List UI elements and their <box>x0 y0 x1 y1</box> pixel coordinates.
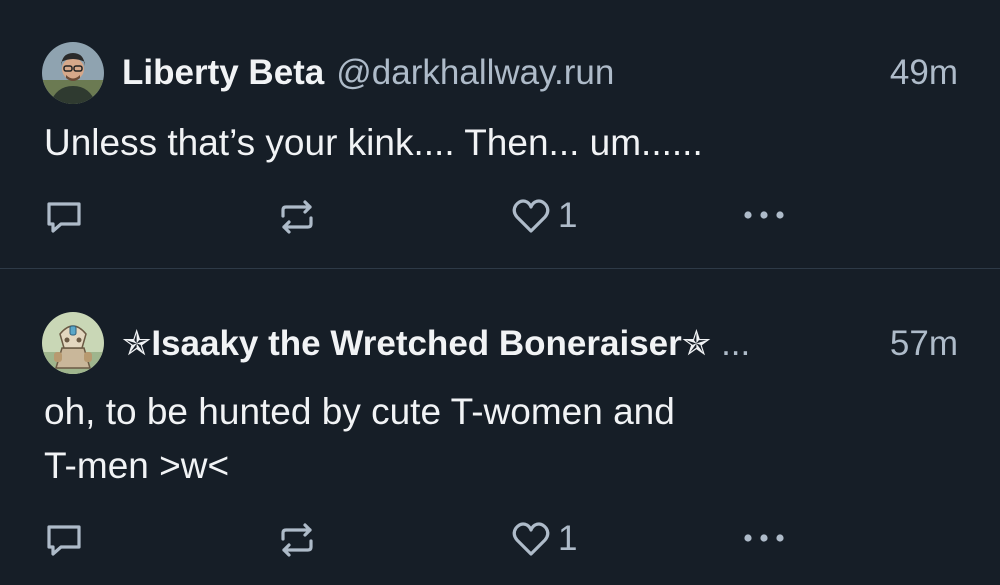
reply-button[interactable] <box>44 522 84 558</box>
repost-icon <box>281 523 313 557</box>
post-timestamp[interactable]: 49m <box>890 53 958 93</box>
repost-icon <box>281 200 313 234</box>
post-header: ✯Isaaky the Wretched Boneraiser✯ ... 57m <box>122 319 958 369</box>
like-button[interactable]: 1 <box>510 519 577 559</box>
avatar[interactable] <box>42 42 104 104</box>
post-header: Liberty Beta @darkhallway.run 49m <box>122 48 958 98</box>
display-name[interactable]: Liberty Beta <box>122 53 324 93</box>
feed: Liberty Beta @darkhallway.run 49m Unless… <box>0 0 1000 585</box>
reply-button[interactable] <box>44 199 84 235</box>
post-card[interactable]: Liberty Beta @darkhallway.run 49m Unless… <box>0 0 1000 268</box>
like-count: 1 <box>558 196 578 235</box>
post-timestamp[interactable]: 57m <box>890 324 958 364</box>
more-icon <box>744 534 784 542</box>
more-options-button[interactable] <box>740 528 788 548</box>
post-text: Unless that’s your kink.... Then... um..… <box>44 122 703 163</box>
repost-button[interactable] <box>277 199 317 235</box>
avatar[interactable] <box>42 312 104 374</box>
post-card[interactable]: ✯Isaaky the Wretched Boneraiser✯ ... 57m… <box>0 269 1000 585</box>
like-count: 1 <box>558 519 578 558</box>
heart-icon <box>512 522 550 556</box>
repost-button[interactable] <box>277 522 317 558</box>
game-character-avatar-icon <box>42 312 104 374</box>
more-options-button[interactable] <box>740 205 788 225</box>
like-button[interactable]: 1 <box>510 196 577 236</box>
more-icon <box>744 211 784 219</box>
heart-icon <box>512 199 550 233</box>
reply-icon <box>47 202 81 233</box>
person-with-glasses-avatar-icon <box>42 42 104 104</box>
reply-icon <box>47 525 81 556</box>
post-text: oh, to be hunted by cute T-women and T-m… <box>44 391 675 486</box>
user-handle[interactable]: @darkhallway.run <box>336 53 614 93</box>
display-name[interactable]: ✯Isaaky the Wretched Boneraiser✯ <box>122 324 711 364</box>
name-truncation: ... <box>721 324 751 363</box>
